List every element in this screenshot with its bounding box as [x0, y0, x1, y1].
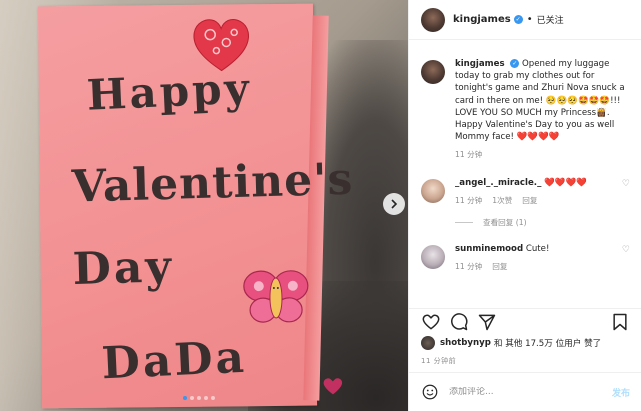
like-heart-icon[interactable] [421, 312, 441, 332]
emoji-smiley-icon[interactable] [421, 383, 439, 401]
post-photo[interactable]: Happy Valentine's Day DaDa [0, 0, 408, 411]
comment-time[interactable]: 11 分钟 [455, 261, 482, 273]
post-timestamp: 11 分钟前 [421, 357, 457, 365]
comment-username[interactable]: _angel_._miracle._ [455, 178, 541, 188]
post-action-bar [409, 308, 641, 334]
carousel-dot [183, 396, 187, 400]
princess-emoji: 👸🏾 [596, 107, 607, 118]
post-details-panel: kingjames ✓ • 已关注 kingjames ✓ Opened my … [408, 0, 641, 411]
valentine-card: Happy Valentine's Day DaDa [37, 3, 354, 409]
header-username[interactable]: kingjames [453, 14, 511, 25]
comment-content: sunminemood Cute! 11 分钟 回复 [455, 243, 632, 273]
carousel-dot [204, 396, 208, 400]
view-replies-line [455, 222, 473, 224]
comment-reply-button[interactable]: 回复 [522, 195, 537, 207]
view-replies-label: 查看回复 (1) [483, 218, 527, 228]
caption-emojis: 🥺🥺🥺🤩🤩🤩 [545, 95, 611, 106]
verified-badge-icon: ✓ [513, 15, 523, 24]
carousel-indicator [183, 396, 215, 400]
likes-count-text[interactable]: 和 其他 17.5万 位用户 赞了 [494, 337, 601, 349]
comment-bubble-icon[interactable] [449, 312, 469, 332]
carousel-dot [211, 396, 215, 400]
chevron-right-icon [391, 199, 398, 209]
small-heart-doodle-icon [323, 378, 343, 395]
share-send-icon[interactable] [477, 312, 497, 332]
comment-reply-button[interactable]: 回复 [492, 261, 507, 273]
comment-text: ❤️❤️❤️❤️ [544, 177, 587, 188]
comment-username[interactable]: sunminemood [455, 244, 523, 254]
liker-avatar[interactable] [421, 336, 435, 350]
add-comment-bar: 发布 [409, 372, 641, 411]
comment-content: _angel_._miracle._ ❤️❤️❤️❤️ 11 分钟 1次赞 回复 [455, 177, 632, 207]
comment-time[interactable]: 11 分钟 [455, 195, 482, 207]
comment-input[interactable] [449, 387, 612, 397]
comment-likes[interactable]: 1次赞 [492, 195, 512, 207]
caption: kingjames ✓ Opened my luggage today to g… [409, 58, 641, 162]
avatar[interactable] [421, 245, 445, 270]
header-separator: • [526, 14, 533, 25]
avatar[interactable] [421, 7, 445, 32]
avatar[interactable] [421, 60, 445, 84]
carousel-next-button[interactable] [383, 193, 405, 215]
card-text-line-2: Valentine's [71, 153, 354, 213]
caption-content: kingjames ✓ Opened my luggage today to g… [455, 58, 632, 162]
caption-time[interactable]: 11 分钟 [455, 149, 482, 161]
liker-username[interactable]: shotbynyp [440, 338, 491, 348]
view-replies-button[interactable]: 查看回复 (1) [455, 217, 641, 228]
comment-meta: 11 分钟 1次赞 回复 [455, 195, 632, 207]
verified-badge-icon: ✓ [510, 59, 520, 68]
card-text-line-3: Day [71, 241, 175, 295]
card-text-line-4: DaDa [100, 331, 249, 390]
caption-username[interactable]: kingjames [455, 59, 505, 69]
comment-like-heart-icon[interactable]: ♡ [622, 179, 630, 189]
likes-summary: shotbynyp 和 其他 17.5万 位用户 赞了 [421, 336, 601, 350]
carousel-dot [197, 396, 201, 400]
post-comment-button[interactable]: 发布 [612, 386, 630, 399]
comments-scroll-area[interactable]: kingjames ✓ Opened my luggage today to g… [409, 41, 641, 303]
butterfly-sticker-icon [243, 270, 309, 323]
caption-meta: 11 分钟 [455, 149, 632, 161]
post-header: kingjames ✓ • 已关注 [409, 0, 641, 40]
comment-item: _angel_._miracle._ ❤️❤️❤️❤️ 11 分钟 1次赞 回复… [409, 177, 641, 207]
carousel-dot [190, 396, 194, 400]
card-text-line-1: Happy [85, 63, 253, 120]
comment-text: Cute! [525, 244, 550, 255]
caption-hearts: ❤️❤️❤️❤️ [516, 132, 560, 143]
following-button[interactable]: 已关注 [537, 13, 564, 26]
comment-item: sunminemood Cute! 11 分钟 回复 ♡ [409, 243, 641, 273]
comment-meta: 11 分钟 回复 [455, 261, 632, 273]
avatar[interactable] [421, 178, 445, 203]
comment-like-heart-icon[interactable]: ♡ [622, 245, 630, 255]
bookmark-save-icon[interactable] [610, 312, 630, 332]
